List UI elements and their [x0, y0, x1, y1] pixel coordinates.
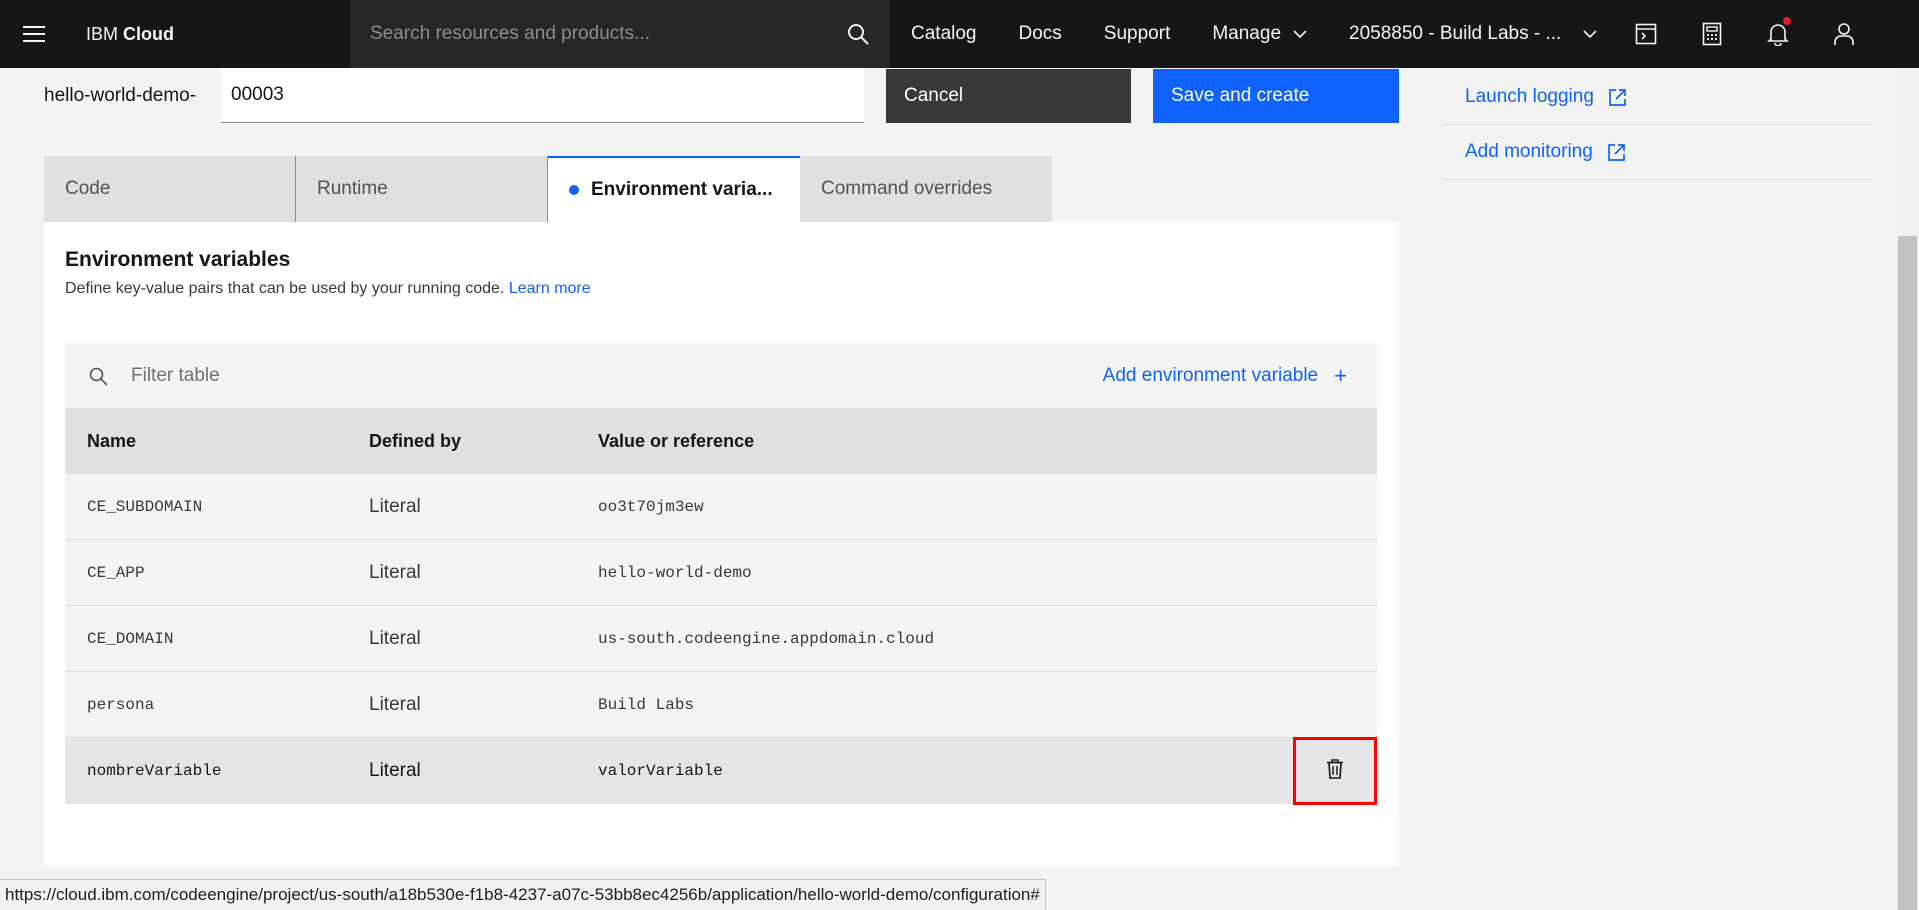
app-name-prefix: hello-world-demo-	[44, 84, 197, 106]
nav-manage-label: Manage	[1212, 23, 1282, 44]
app-name-row: hello-world-demo-	[44, 68, 221, 123]
table-header-row: Name Defined by Value or reference	[65, 408, 1377, 474]
cell-defined-by: Literal	[369, 495, 421, 517]
cell-defined-by: Literal	[369, 627, 421, 649]
menu-hamburger-icon[interactable]	[0, 0, 68, 68]
environment-variables-panel: Environment variables Define key-value p…	[44, 222, 1399, 866]
cell-name: CE_APP	[87, 563, 145, 582]
column-header-value: Value or reference	[598, 430, 755, 451]
cell-defined-by: Literal	[369, 693, 421, 715]
launch-logging-label: Launch logging	[1465, 86, 1594, 107]
account-label: 2058850 - Build Labs - ...	[1349, 23, 1562, 44]
column-header-name: Name	[87, 430, 137, 451]
save-and-create-button[interactable]: Save and create	[1153, 69, 1399, 123]
cell-name: nombreVariable	[87, 762, 222, 780]
cancel-button[interactable]: Cancel	[886, 69, 1131, 123]
cell-name: persona	[87, 695, 155, 714]
cell-value: oo3t70jm3ew	[598, 497, 704, 516]
trash-icon	[1326, 758, 1344, 784]
table-row[interactable]: persona Literal Build Labs	[65, 672, 1377, 738]
chevron-down-icon	[1583, 23, 1597, 45]
brand-prefix: IBM	[86, 23, 124, 44]
account-switcher[interactable]: 2058850 - Build Labs - ...	[1328, 0, 1613, 68]
notifications-bell-icon[interactable]	[1745, 0, 1811, 68]
tab-environment-variables[interactable]: Environment varia...	[548, 156, 800, 222]
table-row[interactable]: CE_DOMAIN Literal us-south.codeengine.ap…	[65, 606, 1377, 672]
cell-value: hello-world-demo	[598, 563, 752, 582]
nav-manage[interactable]: Manage	[1191, 0, 1328, 68]
cell-defined-by: Literal	[369, 561, 421, 583]
notification-badge	[1783, 17, 1792, 25]
active-tab-indicator-icon	[569, 185, 579, 195]
table-row[interactable]: nombreVariable Literal valorVariable	[65, 737, 1377, 805]
add-monitoring-label: Add monitoring	[1465, 141, 1593, 162]
delete-variable-button[interactable]	[1293, 737, 1377, 805]
nav-support[interactable]: Support	[1083, 0, 1192, 68]
config-tabs: Code Runtime Environment varia... Comman…	[44, 156, 1052, 222]
search-icon[interactable]	[846, 22, 870, 46]
cell-name: CE_SUBDOMAIN	[87, 497, 203, 516]
panel-description-text: Define key-value pairs that can be used …	[65, 280, 509, 297]
nav-docs[interactable]: Docs	[998, 0, 1083, 68]
cloud-shell-icon[interactable]	[1613, 0, 1679, 68]
search-icon	[65, 366, 131, 386]
plus-icon: +	[1334, 362, 1347, 388]
cell-value: valorVariable	[598, 762, 723, 780]
external-link-icon	[1607, 143, 1626, 162]
brand-name: Cloud	[123, 23, 175, 44]
cell-value: us-south.codeengine.appdomain.cloud	[598, 629, 935, 648]
add-environment-variable-button[interactable]: Add environment variable +	[1103, 363, 1377, 389]
add-monitoring-link[interactable]: Add monitoring	[1443, 125, 1873, 180]
panel-title: Environment variables	[65, 248, 291, 271]
top-header: IBM Cloud Catalog Docs Support Manage 20…	[0, 0, 1919, 68]
panel-description: Define key-value pairs that can be used …	[65, 280, 591, 298]
app-name-suffix-input[interactable]	[221, 68, 864, 123]
table-toolbar: Add environment variable +	[65, 343, 1377, 408]
tab-environment-variables-label: Environment varia...	[591, 179, 773, 200]
learn-more-link[interactable]: Learn more	[509, 280, 591, 297]
tab-code[interactable]: Code	[44, 156, 296, 222]
external-link-icon	[1608, 88, 1627, 107]
page-scrollbar-thumb[interactable]	[1898, 236, 1917, 910]
tab-code-label: Code	[65, 178, 111, 199]
environment-variables-table: Name Defined by Value or reference CE_SU…	[65, 408, 1377, 805]
cell-value: Build Labs	[598, 695, 695, 714]
add-environment-variable-label: Add environment variable	[1102, 364, 1319, 386]
user-profile-icon[interactable]	[1811, 0, 1877, 68]
global-search	[350, 0, 890, 68]
table-row[interactable]: CE_APP Literal hello-world-demo	[65, 540, 1377, 606]
tab-command-overrides-label: Command overrides	[821, 178, 993, 199]
cell-defined-by: Literal	[369, 760, 421, 781]
table-row[interactable]: CE_SUBDOMAIN Literal oo3t70jm3ew	[65, 474, 1377, 540]
brand-logo[interactable]: IBM Cloud	[68, 24, 350, 45]
column-header-defined-by: Defined by	[369, 430, 462, 451]
cost-estimator-icon[interactable]	[1679, 0, 1745, 68]
cell-name: CE_DOMAIN	[87, 629, 174, 648]
nav-catalog[interactable]: Catalog	[890, 0, 998, 68]
tab-runtime-label: Runtime	[317, 178, 388, 199]
search-input[interactable]	[370, 23, 846, 45]
tab-runtime[interactable]: Runtime	[296, 156, 548, 222]
tab-command-overrides[interactable]: Command overrides	[800, 156, 1052, 222]
chevron-down-icon	[1293, 23, 1307, 45]
launch-logging-link[interactable]: Launch logging	[1443, 70, 1873, 125]
link-preview-status: https://cloud.ibm.com/codeengine/project…	[0, 879, 1046, 910]
filter-table-input[interactable]	[131, 364, 1103, 387]
